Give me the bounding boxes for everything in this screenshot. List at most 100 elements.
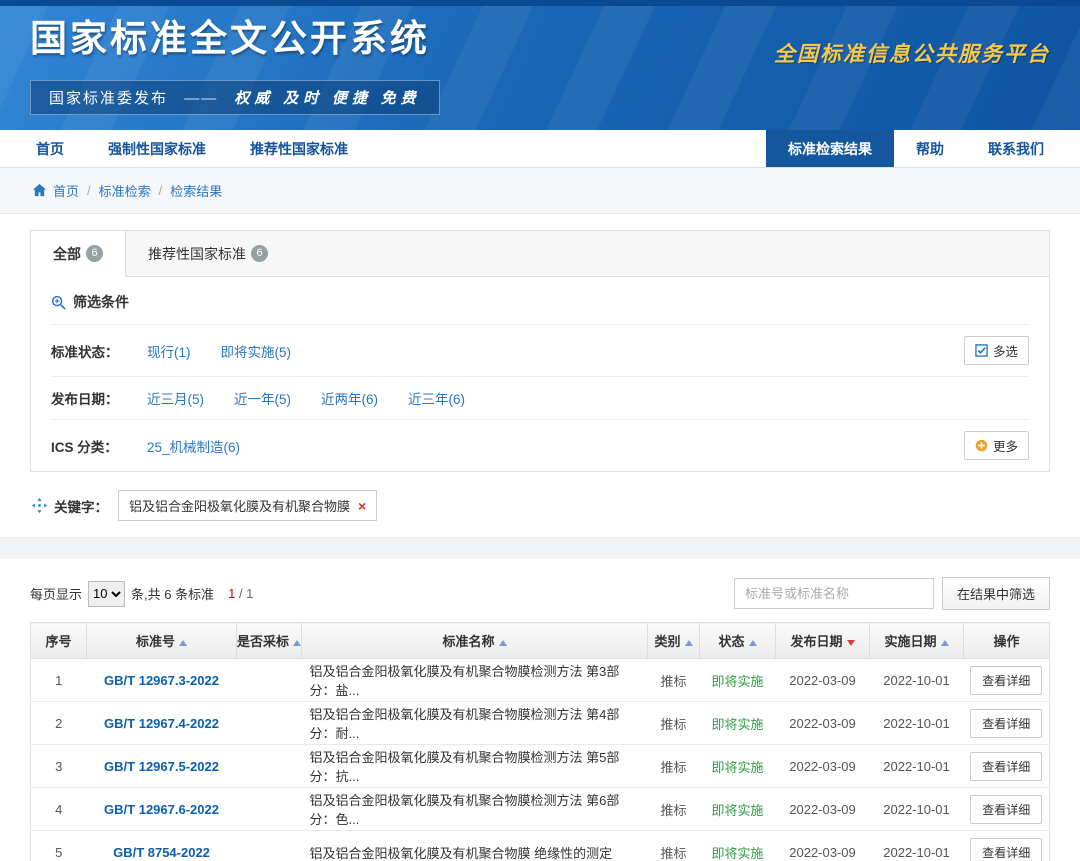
filter-option-ics-25[interactable]: 25_机械制造(6) [147,436,240,456]
category-cell: 推标 [648,831,700,861]
adopt-cell [237,831,302,861]
results-section: 每页显示 10 条,共 6 条标准 1 / 1 在结果中筛选 序号 标准号 [0,577,1080,861]
sort-up-icon [685,640,693,646]
platform-name: 全国标准信息公共服务平台 [774,38,1050,68]
view-detail-button[interactable]: 查看详细 [970,666,1042,695]
table-body: 1 GB/T 12967.3-2022 铝及铝合金阳极氧化膜及有机聚合物膜检测方… [31,659,1050,861]
category-cell: 推标 [648,745,700,788]
col-header-category[interactable]: 类别 [648,623,700,659]
section-divider [0,537,1080,559]
adopt-cell [237,745,302,788]
multi-select-button[interactable]: 多选 [964,336,1029,365]
check-square-icon [975,344,988,357]
keyword-remove-icon[interactable]: × [358,499,366,513]
publisher-box: 国家标准委发布 —— 权威 及时 便捷 免费 [30,80,440,115]
filter-conditions-title: 筛选条件 [31,277,1049,324]
category-cell: 推标 [648,702,700,745]
adopt-cell [237,702,302,745]
standard-name-cell: 铝及铝合金阳极氧化膜及有机聚合物膜检测方法 第6部分：色... [302,788,648,831]
nav-item-search-results[interactable]: 标准检索结果 [766,130,894,167]
filter-option-upcoming[interactable]: 即将实施(5) [221,341,292,361]
results-table: 序号 标准号 是否采标 标准名称 类别 状态 发布日期 实施日期 操作 1 GB… [30,622,1050,861]
sort-down-active-icon [847,640,855,646]
table-header-row: 序号 标准号 是否采标 标准名称 类别 状态 发布日期 实施日期 操作 [31,623,1050,659]
keyword-label: 关键字： [54,496,108,516]
filter-label-status: 标准状态： [51,341,147,361]
standard-code-link[interactable]: GB/T 8754-2022 [113,845,210,860]
view-detail-button[interactable]: 查看详细 [970,752,1042,781]
nav-item-home[interactable]: 首页 [14,130,86,167]
view-detail-button[interactable]: 查看详细 [970,795,1042,824]
nav-item-help[interactable]: 帮助 [894,130,966,167]
result-search-input[interactable] [734,578,934,609]
col-header-action: 操作 [964,623,1050,659]
standard-code-link[interactable]: GB/T 12967.3-2022 [104,673,219,688]
breadcrumb-search[interactable]: 标准检索 [99,181,151,200]
more-button[interactable]: 更多 [964,431,1029,460]
keyword-icon [32,498,47,513]
standard-code-link[interactable]: GB/T 12967.6-2022 [104,802,219,817]
per-page-prefix: 每页显示 [30,584,82,603]
filter-in-results-button[interactable]: 在结果中筛选 [942,577,1050,610]
filter-label-publish-date: 发布日期： [51,388,147,408]
filter-option-3years[interactable]: 近三年(6) [408,388,465,408]
filter-option-2years[interactable]: 近两年(6) [321,388,378,408]
row-index: 1 [31,659,87,702]
col-header-adopt[interactable]: 是否采标 [237,623,302,659]
table-row: 1 GB/T 12967.3-2022 铝及铝合金阳极氧化膜及有机聚合物膜检测方… [31,659,1050,702]
nav-item-mandatory-standards[interactable]: 强制性国家标准 [86,130,228,167]
header-banner: 国家标准全文公开系统 全国标准信息公共服务平台 国家标准委发布 —— 权威 及时… [0,0,1080,130]
tab-count-badge: 6 [251,245,268,262]
status-cell: 即将实施 [700,788,776,831]
nav-item-recommended-standards[interactable]: 推荐性国家标准 [228,130,370,167]
row-index: 3 [31,745,87,788]
nav-item-contact[interactable]: 联系我们 [966,130,1066,167]
publisher-text: 国家标准委发布 [49,90,168,107]
status-cell: 即将实施 [700,702,776,745]
filter-option-current[interactable]: 现行(1) [147,341,191,361]
circle-plus-icon [975,439,988,452]
tab-recommended[interactable]: 推荐性国家标准 6 [126,231,290,276]
breadcrumb-current: 检索结果 [170,181,222,200]
publish-date-cell: 2022-03-09 [776,745,870,788]
standard-name-cell: 铝及铝合金阳极氧化膜及有机聚合物膜检测方法 第4部分：耐... [302,702,648,745]
home-icon [32,183,47,198]
col-header-code[interactable]: 标准号 [87,623,237,659]
impl-date-cell: 2022-10-01 [870,659,964,702]
col-header-name[interactable]: 标准名称 [302,623,648,659]
row-index: 4 [31,788,87,831]
row-index: 2 [31,702,87,745]
sort-up-icon [499,640,507,646]
view-detail-button[interactable]: 查看详细 [970,838,1042,861]
adopt-cell [237,788,302,831]
status-cell: 即将实施 [700,831,776,861]
row-index: 5 [31,831,87,861]
col-header-status[interactable]: 状态 [700,623,776,659]
standard-code-link[interactable]: GB/T 12967.4-2022 [104,716,219,731]
per-page-select[interactable]: 10 [88,581,125,607]
filter-option-3months[interactable]: 近三月(5) [147,388,204,408]
standard-code-link[interactable]: GB/T 12967.5-2022 [104,759,219,774]
filter-option-1year[interactable]: 近一年(5) [234,388,291,408]
category-cell: 推标 [648,659,700,702]
tab-label: 全部 [53,244,81,264]
page: 国家标准全文公开系统 全国标准信息公共服务平台 国家标准委发布 —— 权威 及时… [0,0,1080,861]
impl-date-cell: 2022-10-01 [870,788,964,831]
col-header-publish-date[interactable]: 发布日期 [776,623,870,659]
publish-date-cell: 2022-03-09 [776,788,870,831]
table-row: 5 GB/T 8754-2022 铝及铝合金阳极氧化膜及有机聚合物膜 绝缘性的测… [31,831,1050,861]
col-header-impl-date[interactable]: 实施日期 [870,623,964,659]
impl-date-cell: 2022-10-01 [870,745,964,788]
tab-all[interactable]: 全部 6 [31,231,126,277]
sort-up-icon [941,640,949,646]
breadcrumb-home[interactable]: 首页 [53,181,79,200]
total-pages: / 1 [235,586,253,601]
table-row: 3 GB/T 12967.5-2022 铝及铝合金阳极氧化膜及有机聚合物膜检测方… [31,745,1050,788]
col-header-index: 序号 [31,623,87,659]
view-detail-button[interactable]: 查看详细 [970,709,1042,738]
publish-date-cell: 2022-03-09 [776,702,870,745]
table-row: 4 GB/T 12967.6-2022 铝及铝合金阳极氧化膜及有机聚合物膜检测方… [31,788,1050,831]
dash: —— [184,90,218,107]
impl-date-cell: 2022-10-01 [870,831,964,861]
category-cell: 推标 [648,788,700,831]
